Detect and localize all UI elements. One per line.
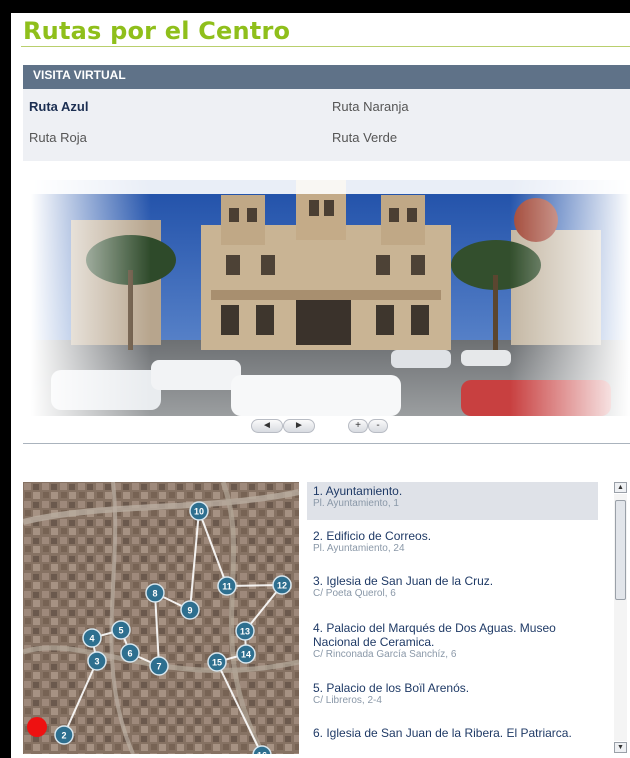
page-title: Rutas por el Centro <box>23 17 291 45</box>
map-marker-label: 4 <box>89 634 94 644</box>
poi-item-marques-dos-aguas[interactable]: 4. Palacio del Marqués de Dos Aguas. Mus… <box>307 619 598 661</box>
panorama-image[interactable] <box>31 180 630 416</box>
scroll-up-arrow[interactable]: ▲ <box>614 482 627 493</box>
map-marker-3[interactable]: 3 <box>87 651 107 671</box>
poi-item-ayuntamiento[interactable]: 1. Ayuntamiento. Pl. Ayuntamiento, 1 <box>307 482 598 520</box>
map-marker-12[interactable]: 12 <box>272 575 292 595</box>
map-marker-2[interactable]: 2 <box>54 725 74 745</box>
map-marker-label: 3 <box>94 657 99 667</box>
visita-virtual-header: VISITA VIRTUAL <box>23 65 630 89</box>
route-selector: Ruta Azul Ruta Naranja Ruta Roja Ruta Ve… <box>23 89 630 161</box>
poi-name: 4. Palacio del Marqués de Dos Aguas. Mus… <box>313 621 556 649</box>
poi-item-boil-arenos[interactable]: 5. Palacio de los Boïl Arenós. C/ Librer… <box>307 679 598 707</box>
poi-name: 5. Palacio de los Boïl Arenós. <box>313 681 470 695</box>
map-marker-9[interactable]: 9 <box>180 600 200 620</box>
map-marker-label: 9 <box>187 606 192 616</box>
section-divider <box>23 443 630 444</box>
map-marker-label: 14 <box>241 650 251 660</box>
map-marker-label: 2 <box>61 731 66 741</box>
poi-item-correos[interactable]: 2. Edificio de Correos. Pl. Ayuntamiento… <box>307 527 598 555</box>
map-marker-label: 10 <box>194 507 204 517</box>
map-marker-11[interactable]: 11 <box>217 576 237 596</box>
route-map[interactable]: 2 3 4 5 6 7 8 9 10 11 12 13 14 15 16 <box>23 482 299 754</box>
map-marker-label: 8 <box>152 589 157 599</box>
poi-name: 1. Ayuntamiento. <box>313 484 403 498</box>
pan-right-button[interactable]: ► <box>283 419 315 433</box>
route-naranja-link[interactable]: Ruta Naranja <box>332 99 409 114</box>
map-marker-6[interactable]: 6 <box>120 643 140 663</box>
poi-address: Pl. Ayuntamiento, 24 <box>313 543 405 554</box>
poi-name: 3. Iglesia de San Juan de la Cruz. <box>313 574 494 588</box>
title-divider <box>21 46 630 47</box>
poi-scrollbar[interactable]: ▲ ▼ <box>614 482 627 753</box>
map-marker-label: 12 <box>277 581 287 591</box>
poi-address: Pl. Ayuntamiento, 1 <box>313 498 399 509</box>
current-location-marker[interactable] <box>27 717 47 737</box>
map-marker-13[interactable]: 13 <box>235 621 255 641</box>
panorama-viewer[interactable] <box>31 180 630 416</box>
map-marker-14[interactable]: 14 <box>236 644 256 664</box>
poi-item-san-juan-ribera[interactable]: 6. Iglesia de San Juan de la Ribera. El … <box>307 724 598 740</box>
poi-address: C/ Libreros, 2-4 <box>313 695 382 706</box>
route-roja-link[interactable]: Ruta Roja <box>29 130 87 145</box>
map-marker-label: 16 <box>257 751 267 755</box>
page: Rutas por el Centro VISITA VIRTUAL Ruta … <box>11 13 630 758</box>
poi-address: C/ Poeta Querol, 6 <box>313 588 396 599</box>
aerial-map-image[interactable]: 2 3 4 5 6 7 8 9 10 11 12 13 14 15 16 <box>23 482 299 754</box>
zoom-out-button[interactable]: - <box>368 419 388 433</box>
route-verde-link[interactable]: Ruta Verde <box>332 130 397 145</box>
map-marker-label: 6 <box>127 649 132 659</box>
map-marker-label: 15 <box>212 658 222 668</box>
poi-name: 2. Edificio de Correos. <box>313 529 432 543</box>
pan-left-button[interactable]: ◄ <box>251 419 283 433</box>
map-marker-4[interactable]: 4 <box>82 628 102 648</box>
poi-name: 6. Iglesia de San Juan de la Ribera. El … <box>313 726 572 740</box>
poi-address: C/ Rinconada García Sanchíz, 6 <box>313 649 457 660</box>
map-marker-8[interactable]: 8 <box>145 583 165 603</box>
map-marker-7[interactable]: 7 <box>149 656 169 676</box>
map-marker-label: 7 <box>156 662 161 672</box>
map-marker-label: 5 <box>118 626 123 636</box>
map-marker-label: 13 <box>240 627 250 637</box>
map-marker-15[interactable]: 15 <box>207 652 227 672</box>
poi-item-san-juan-cruz[interactable]: 3. Iglesia de San Juan de la Cruz. C/ Po… <box>307 572 598 600</box>
map-marker-10[interactable]: 10 <box>189 501 209 521</box>
route-azul-link[interactable]: Ruta Azul <box>29 99 88 114</box>
poi-list: 1. Ayuntamiento. Pl. Ayuntamiento, 1 2. … <box>307 482 598 754</box>
map-marker-5[interactable]: 5 <box>111 620 131 640</box>
zoom-in-button[interactable]: + <box>348 419 368 433</box>
scroll-thumb[interactable] <box>615 500 626 600</box>
map-marker-label: 11 <box>222 582 232 592</box>
scroll-down-arrow[interactable]: ▼ <box>614 742 627 753</box>
